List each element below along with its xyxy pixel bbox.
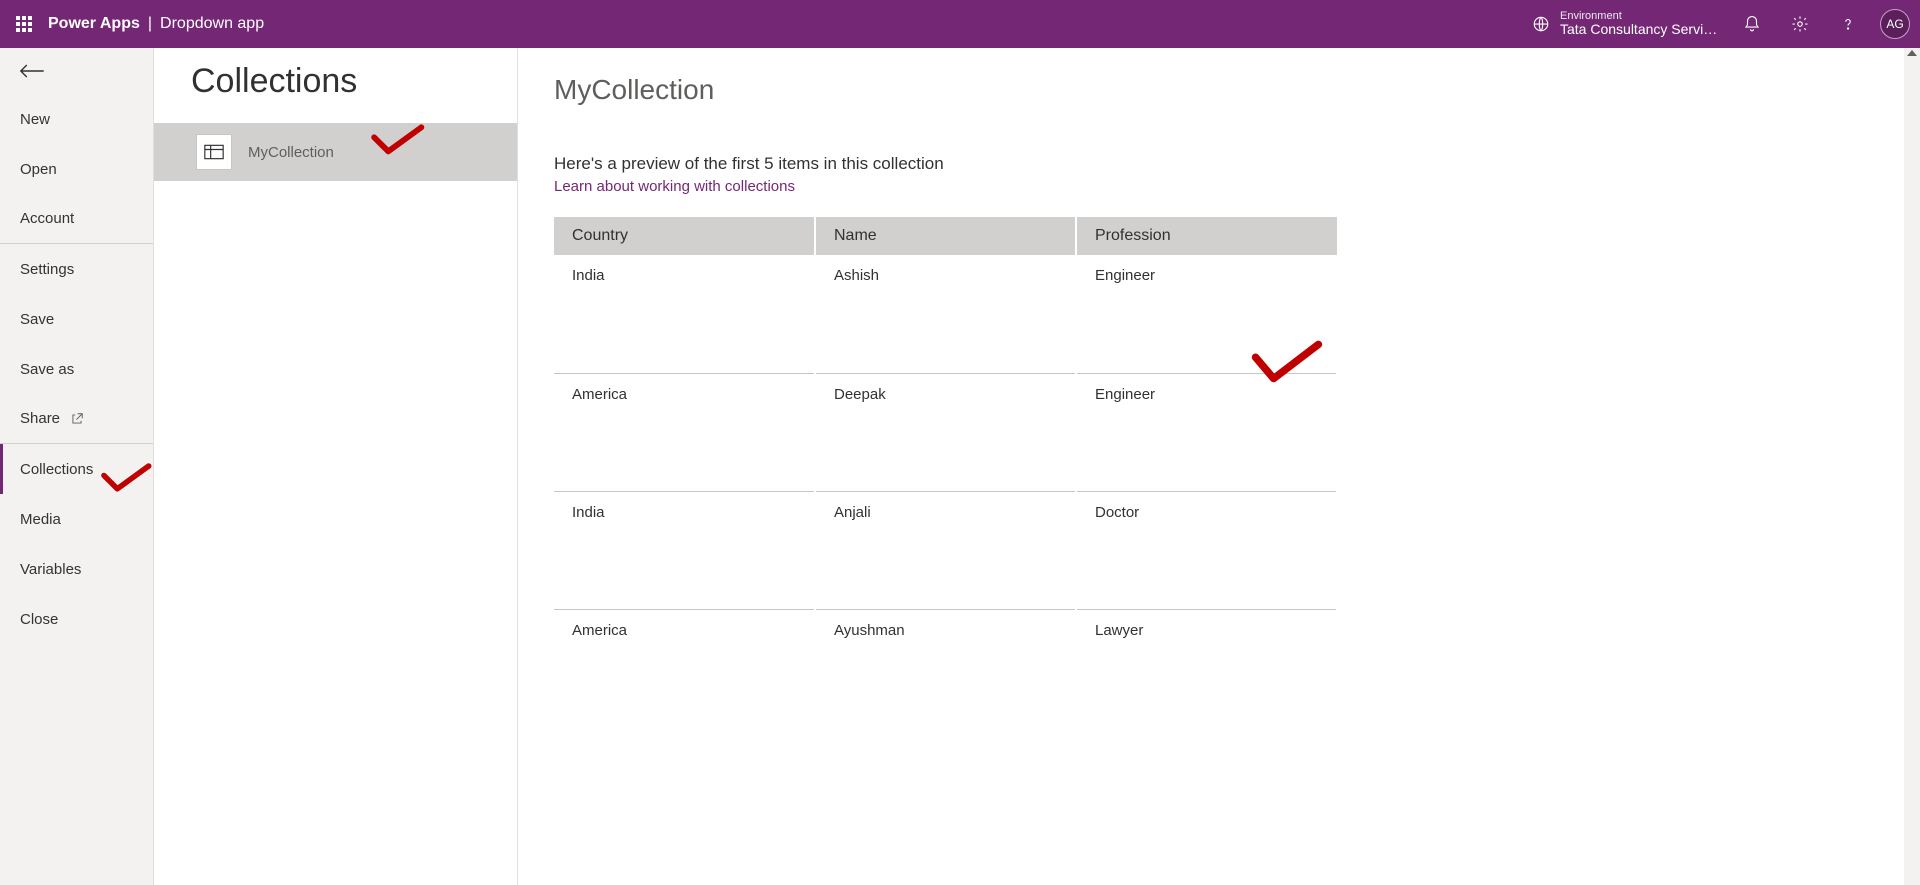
nav-share[interactable]: Share (0, 394, 153, 444)
environment-selector[interactable]: Environment Tata Consultancy Servic... (1532, 10, 1720, 37)
back-arrow-icon (18, 61, 46, 81)
collection-detail-panel: MyCollection Here's a preview of the fir… (518, 48, 1920, 885)
nav-label: Variables (20, 561, 81, 578)
nav-settings[interactable]: Settings (0, 244, 153, 294)
cell: Lawyer (1076, 609, 1337, 639)
help-button[interactable] (1826, 0, 1870, 48)
col-header-country[interactable]: Country (554, 217, 815, 255)
product-name[interactable]: Power Apps (48, 15, 140, 33)
app-name[interactable]: Dropdown app (160, 15, 264, 33)
settings-button[interactable] (1778, 0, 1822, 48)
waffle-icon (16, 16, 32, 32)
preview-description: Here's a preview of the first 5 items in… (554, 154, 1920, 174)
bell-icon (1743, 15, 1761, 33)
app-launcher-button[interactable] (0, 0, 48, 48)
user-avatar[interactable]: AG (1880, 9, 1910, 39)
nav-label: New (20, 111, 50, 128)
cell: Anjali (815, 491, 1076, 609)
col-header-profession[interactable]: Profession (1076, 217, 1337, 255)
cell: Deepak (815, 373, 1076, 491)
table-row: India Anjali Doctor (554, 491, 1337, 609)
nav-label: Account (20, 210, 74, 227)
environment-label: Environment (1560, 10, 1720, 22)
nav-label: Save as (20, 361, 74, 378)
cell: America (554, 609, 815, 639)
back-button[interactable] (0, 48, 153, 94)
globe-icon (1532, 15, 1550, 33)
question-icon (1839, 15, 1857, 33)
external-link-icon (70, 412, 84, 426)
gear-icon (1791, 15, 1809, 33)
nav-label: Close (20, 611, 58, 628)
collection-data-table: Country Name Profession India Ashish Eng… (554, 217, 1338, 639)
nav-save-as[interactable]: Save as (0, 344, 153, 394)
notifications-button[interactable] (1730, 0, 1774, 48)
cell: Ashish (815, 255, 1076, 373)
nav-label: Open (20, 161, 57, 178)
nav-save[interactable]: Save (0, 294, 153, 344)
learn-link[interactable]: Learn about working with collections (554, 178, 795, 195)
nav-collections[interactable]: Collections (0, 444, 153, 494)
page-title: Collections (154, 48, 517, 123)
nav-new[interactable]: New (0, 94, 153, 144)
vertical-scrollbar[interactable] (1904, 48, 1920, 885)
table-row: America Deepak Engineer (554, 373, 1337, 491)
cell: Doctor (1076, 491, 1337, 609)
top-bar: Power Apps | Dropdown app Environment Ta… (0, 0, 1920, 48)
collection-item-mycollection[interactable]: MyCollection (154, 123, 517, 181)
table-row: America Ayushman Lawyer (554, 609, 1337, 639)
cell: India (554, 255, 815, 373)
avatar-initials: AG (1886, 17, 1903, 31)
collection-icon (196, 134, 232, 170)
nav-variables[interactable]: Variables (0, 544, 153, 594)
file-sidebar: New Open Account Settings Save Save as S… (0, 48, 154, 885)
cell: Engineer (1076, 255, 1337, 373)
app-title-block: Power Apps | Dropdown app (48, 15, 264, 33)
table-row: India Ashish Engineer (554, 255, 1337, 373)
collection-title: MyCollection (554, 48, 1920, 106)
nav-media[interactable]: Media (0, 494, 153, 544)
cell: Ayushman (815, 609, 1076, 639)
cell: India (554, 491, 815, 609)
collection-item-label: MyCollection (248, 144, 334, 161)
nav-label: Settings (20, 261, 74, 278)
nav-label: Collections (20, 461, 93, 478)
nav-label: Save (20, 311, 54, 328)
collections-list-panel: Collections MyCollection (154, 48, 518, 885)
nav-label: Media (20, 511, 61, 528)
nav-close[interactable]: Close (0, 594, 153, 644)
cell: America (554, 373, 815, 491)
cell: Engineer (1076, 373, 1337, 491)
nav-label: Share (20, 410, 60, 427)
col-header-name[interactable]: Name (815, 217, 1076, 255)
title-separator: | (148, 15, 152, 33)
nav-open[interactable]: Open (0, 144, 153, 194)
nav-account[interactable]: Account (0, 194, 153, 244)
environment-name: Tata Consultancy Servic... (1560, 22, 1720, 37)
